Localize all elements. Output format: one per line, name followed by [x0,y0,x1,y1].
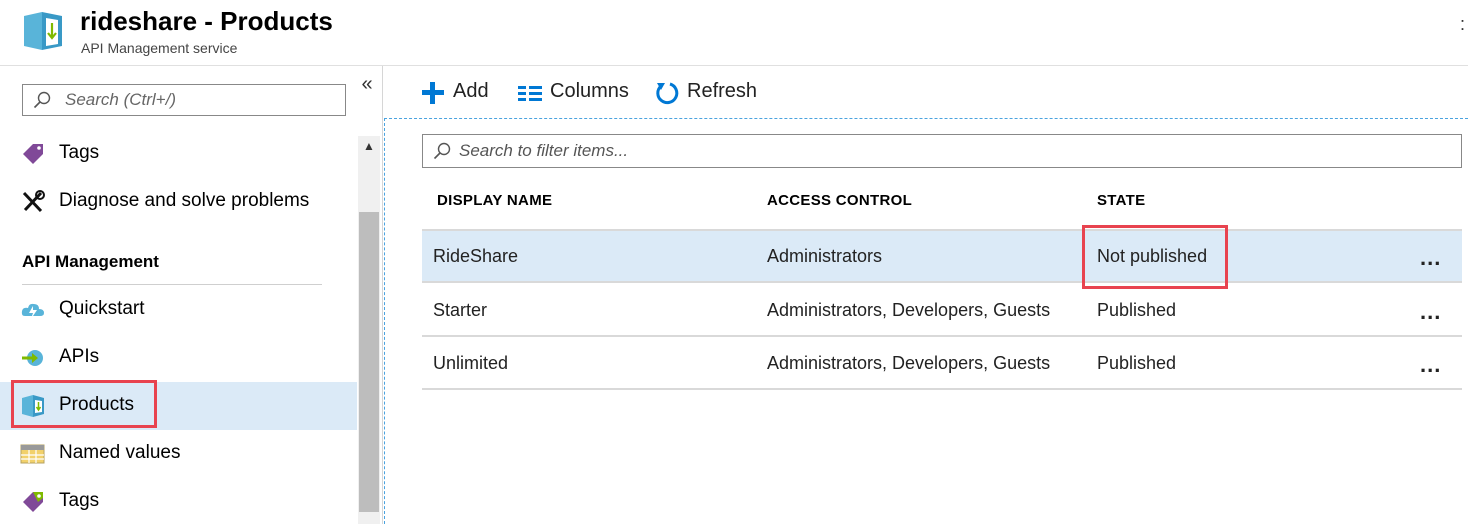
cloud-lightning-icon [21,303,44,319]
scroll-up-arrow-icon[interactable]: ▲ [358,136,380,156]
columns-button-label: Columns [550,80,629,102]
cell-display-name: Starter [433,300,488,320]
cell-state: Published [1097,300,1177,320]
section-divider [22,284,322,285]
columns-icon [518,86,542,101]
column-header-display-name[interactable]: DISPLAY NAME [437,192,552,209]
menu-item-label: Tags [59,142,100,163]
menu-item-diagnose[interactable]: Diagnose and solve problems [0,178,357,226]
cell-display-name: Unlimited [433,353,509,373]
search-icon [33,91,51,109]
product-cube-icon [24,12,62,50]
api-arrow-icon [22,350,43,366]
table-row[interactable]: Starter Administrators, Developers, Gues… [422,285,1462,337]
add-button-label: Add [453,80,489,102]
table-row[interactable]: Unlimited Administrators, Developers, Gu… [422,338,1462,390]
table-grid-icon [20,444,45,464]
menu-search-input[interactable] [65,89,335,111]
menu-item-apis[interactable]: APIs [0,334,357,382]
cell-access-control: Administrators, Developers, Guests [767,300,1051,320]
menu-item-quickstart[interactable]: Quickstart [0,286,357,334]
products-grid-area: DISPLAY NAME ACCESS CONTROL STATE RideSh… [384,118,1468,524]
menu-item-label: Tags [59,490,100,511]
cell-state: Published [1097,353,1177,373]
command-bar: Add Columns Refresh [384,66,1468,118]
filter-input[interactable] [459,140,1439,162]
resource-menu: « Tags Diagnose and solve problems API M… [0,66,383,524]
cell-access-control: Administrators [767,246,883,266]
scrollbar-thumb[interactable] [359,212,379,512]
menu-item-label: Named values [59,442,181,463]
search-icon [433,142,451,160]
more-options-button[interactable]: ... [1420,299,1441,325]
menu-item-label: Quickstart [59,298,145,319]
menu-item-named-values[interactable]: Named values [0,430,357,478]
wrench-screwdriver-icon [22,190,45,213]
more-options-button[interactable]: ... [1420,245,1441,271]
page-subtitle: API Management service [81,40,238,56]
more-options-button[interactable]: ... [1420,352,1441,378]
add-button[interactable]: Add [420,78,500,108]
menu-item-label: Products [59,394,134,415]
column-header-state[interactable]: STATE [1097,192,1145,209]
menu-item-products[interactable]: Products [0,382,357,430]
collapse-menu-button[interactable]: « [357,74,377,96]
page-title: rideshare - Products [80,6,333,36]
menu-item-tags-apim[interactable]: Tags [0,478,357,524]
tag-icon [23,144,43,164]
refresh-button[interactable]: Refresh [654,78,764,108]
plus-icon [422,82,444,104]
refresh-icon [656,82,679,105]
product-cube-icon [22,395,44,417]
header-edge-mark: : [1460,14,1466,34]
menu-scrollbar[interactable]: ▲ [358,136,380,524]
menu-search-box[interactable] [22,84,346,116]
menu-item-label: APIs [59,346,100,367]
cell-access-control: Administrators, Developers, Guests [767,353,1051,373]
table-row[interactable]: RideShare Administrators Not published .… [422,231,1462,283]
tag-icon [23,492,43,512]
blade-header: rideshare - Products API Management serv… [0,0,1468,66]
columns-button[interactable]: Columns [517,78,637,108]
menu-item-label: Diagnose and solve problems [59,190,310,211]
cell-state: Not published [1097,246,1208,266]
menu-item-tags[interactable]: Tags [0,130,357,178]
filter-box[interactable] [422,134,1462,168]
menu-section-heading: API Management [22,252,159,271]
column-header-access-control[interactable]: ACCESS CONTROL [767,192,912,209]
refresh-button-label: Refresh [687,80,758,102]
cell-display-name: RideShare [433,246,519,266]
